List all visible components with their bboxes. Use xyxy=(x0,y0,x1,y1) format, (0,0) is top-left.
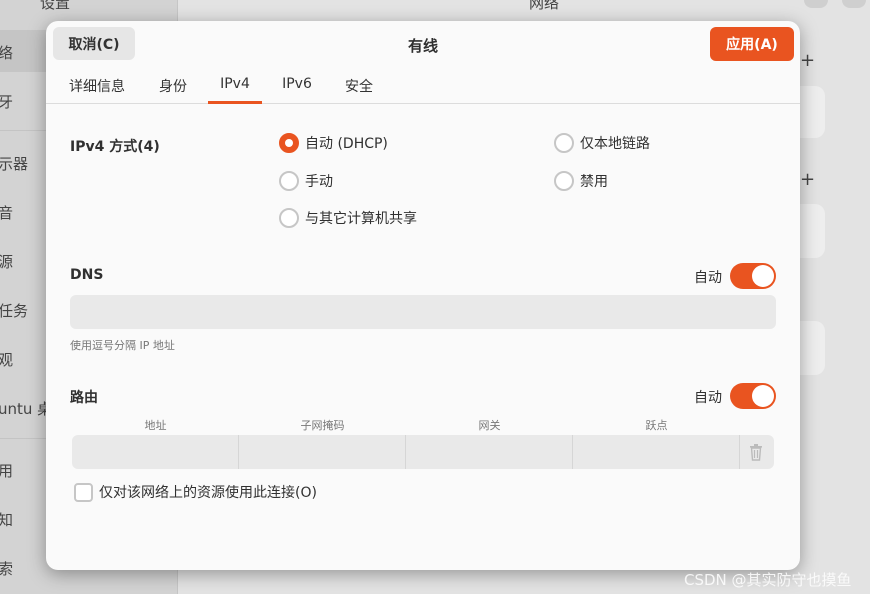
radio-icon[interactable] xyxy=(279,208,299,228)
routes-label: 路由 xyxy=(70,390,98,406)
routes-auto-switch[interactable] xyxy=(730,383,776,409)
only-local-resources-label: 仅对该网络上的资源使用此连接(O) xyxy=(99,485,317,501)
sidebar-item-apps[interactable]: 用 xyxy=(0,460,13,481)
radio-shared[interactable]: 与其它计算机共享 xyxy=(279,208,417,228)
sidebar-item-notifications[interactable]: 知 xyxy=(0,509,13,530)
radio-icon[interactable] xyxy=(554,133,574,153)
tab-identity[interactable]: 身份 xyxy=(156,76,190,104)
radio-disabled[interactable]: 禁用 xyxy=(554,171,608,191)
radio-label: 仅本地链路 xyxy=(580,136,650,152)
tab-details[interactable]: 详细信息 xyxy=(66,76,128,104)
radio-link-local[interactable]: 仅本地链路 xyxy=(554,133,650,153)
minus-icon: − xyxy=(146,0,159,8)
radio-selected-icon[interactable] xyxy=(279,133,299,153)
add-icon[interactable]: + xyxy=(800,169,815,190)
dns-hint: 使用逗号分隔 IP 地址 xyxy=(70,339,175,352)
radio-label: 手动 xyxy=(305,174,333,190)
tab-ipv6[interactable]: IPv6 xyxy=(280,76,314,104)
route-row xyxy=(72,435,774,469)
only-local-resources-option[interactable]: 仅对该网络上的资源使用此连接(O) xyxy=(74,482,317,502)
route-column-address: 地址 xyxy=(144,419,167,432)
tab-bar: 详细信息 身份 IPv4 IPv6 安全 xyxy=(46,71,800,104)
route-gateway-input[interactable] xyxy=(406,435,573,469)
dns-label: DNS xyxy=(70,267,104,283)
radio-label: 与其它计算机共享 xyxy=(305,211,417,227)
watermark: CSDN @其实防守也摸鱼 xyxy=(684,571,852,589)
window-close-button[interactable] xyxy=(842,0,866,8)
dns-auto-label: 自动 xyxy=(694,270,722,286)
radio-label: 自动 (DHCP) xyxy=(305,136,388,152)
radio-manual[interactable]: 手动 xyxy=(279,171,333,191)
window-minimize-button[interactable] xyxy=(804,0,828,8)
route-column-gateway: 网关 xyxy=(478,419,501,432)
route-column-netmask: 子网掩码 xyxy=(300,419,345,432)
route-address-input[interactable] xyxy=(72,435,239,469)
route-netmask-input[interactable] xyxy=(239,435,406,469)
tab-ipv4[interactable]: IPv4 xyxy=(208,76,262,104)
radio-label: 禁用 xyxy=(580,174,608,190)
route-metric-input[interactable] xyxy=(573,435,740,469)
sidebar-item-power[interactable]: 源 xyxy=(0,251,13,272)
wired-connection-dialog: 取消(C) 有线 应用(A) 详细信息 身份 IPv4 IPv6 安全 IPv4… xyxy=(46,21,800,570)
radio-auto-dhcp[interactable]: 自动 (DHCP) xyxy=(279,133,388,153)
tab-security[interactable]: 安全 xyxy=(342,76,376,104)
sidebar-item-sound[interactable]: 音 xyxy=(0,202,13,223)
sidebar-item-network[interactable]: 络 xyxy=(0,42,13,63)
trash-icon[interactable] xyxy=(748,443,764,461)
radio-icon[interactable] xyxy=(554,171,574,191)
add-icon[interactable]: + xyxy=(800,50,815,71)
route-column-metric: 跃点 xyxy=(645,419,668,432)
sidebar-item-displays[interactable]: 示器 xyxy=(0,153,28,174)
apply-button[interactable]: 应用(A) xyxy=(710,27,794,61)
radio-icon[interactable] xyxy=(279,171,299,191)
sidebar-title: 设置 xyxy=(40,0,71,12)
dialog-header: 取消(C) 有线 应用(A) xyxy=(46,21,800,69)
sidebar-item-multitasking[interactable]: 任务 xyxy=(0,300,28,321)
sidebar-item-ubuntu-desktop[interactable]: untu 桌 xyxy=(0,398,52,419)
sidebar-item-appearance[interactable]: 观 xyxy=(0,349,13,370)
ipv4-method-label: IPv4 方式(4) xyxy=(70,139,160,155)
sidebar-item-search[interactable]: 索 xyxy=(0,558,13,579)
checkbox[interactable] xyxy=(74,482,93,502)
main-title: 网络 xyxy=(529,0,560,12)
sidebar-item-bluetooth[interactable]: 牙 xyxy=(0,91,13,112)
dns-auto-switch[interactable] xyxy=(730,263,776,289)
routes-auto-label: 自动 xyxy=(694,390,722,406)
dns-input[interactable] xyxy=(70,295,776,329)
dialog-title: 有线 xyxy=(407,37,438,55)
